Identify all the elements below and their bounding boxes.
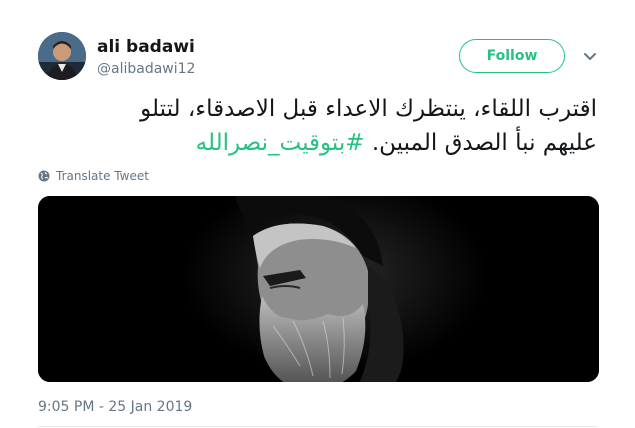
user-handle[interactable]: @alibadawi12 [97, 61, 195, 77]
globe-icon [38, 170, 50, 182]
tweet-text: اقترب اللقاء، ينتظرك الاعداء قبل الاصدقا… [27, 92, 597, 160]
chevron-down-icon[interactable] [580, 46, 600, 66]
tweet-timestamp[interactable]: 9:05 PM - 25 Jan 2019 [38, 399, 192, 415]
tweet-text-line-2: عليهم نبأ الصدق المبين. #بتوقيت_نصرالله [27, 126, 597, 160]
tweet-text-body: عليهم نبأ الصدق المبين. [371, 130, 597, 156]
tweet-media-image[interactable] [38, 196, 599, 382]
tweet-card: ali badawi @alibadawi12 Follow اقترب الل… [0, 0, 635, 428]
portrait-image [38, 196, 599, 382]
follow-button[interactable]: Follow [459, 39, 565, 73]
divider [38, 426, 597, 427]
hashtag-link[interactable]: #بتوقيت_نصرالله [196, 130, 365, 156]
avatar[interactable] [38, 32, 86, 80]
translate-label: Translate Tweet [56, 169, 149, 183]
translate-tweet-link[interactable]: Translate Tweet [38, 169, 149, 183]
tweet-text-line-1: اقترب اللقاء، ينتظرك الاعداء قبل الاصدقا… [140, 96, 597, 122]
avatar-image [38, 32, 86, 80]
display-name[interactable]: ali badawi [97, 37, 195, 57]
